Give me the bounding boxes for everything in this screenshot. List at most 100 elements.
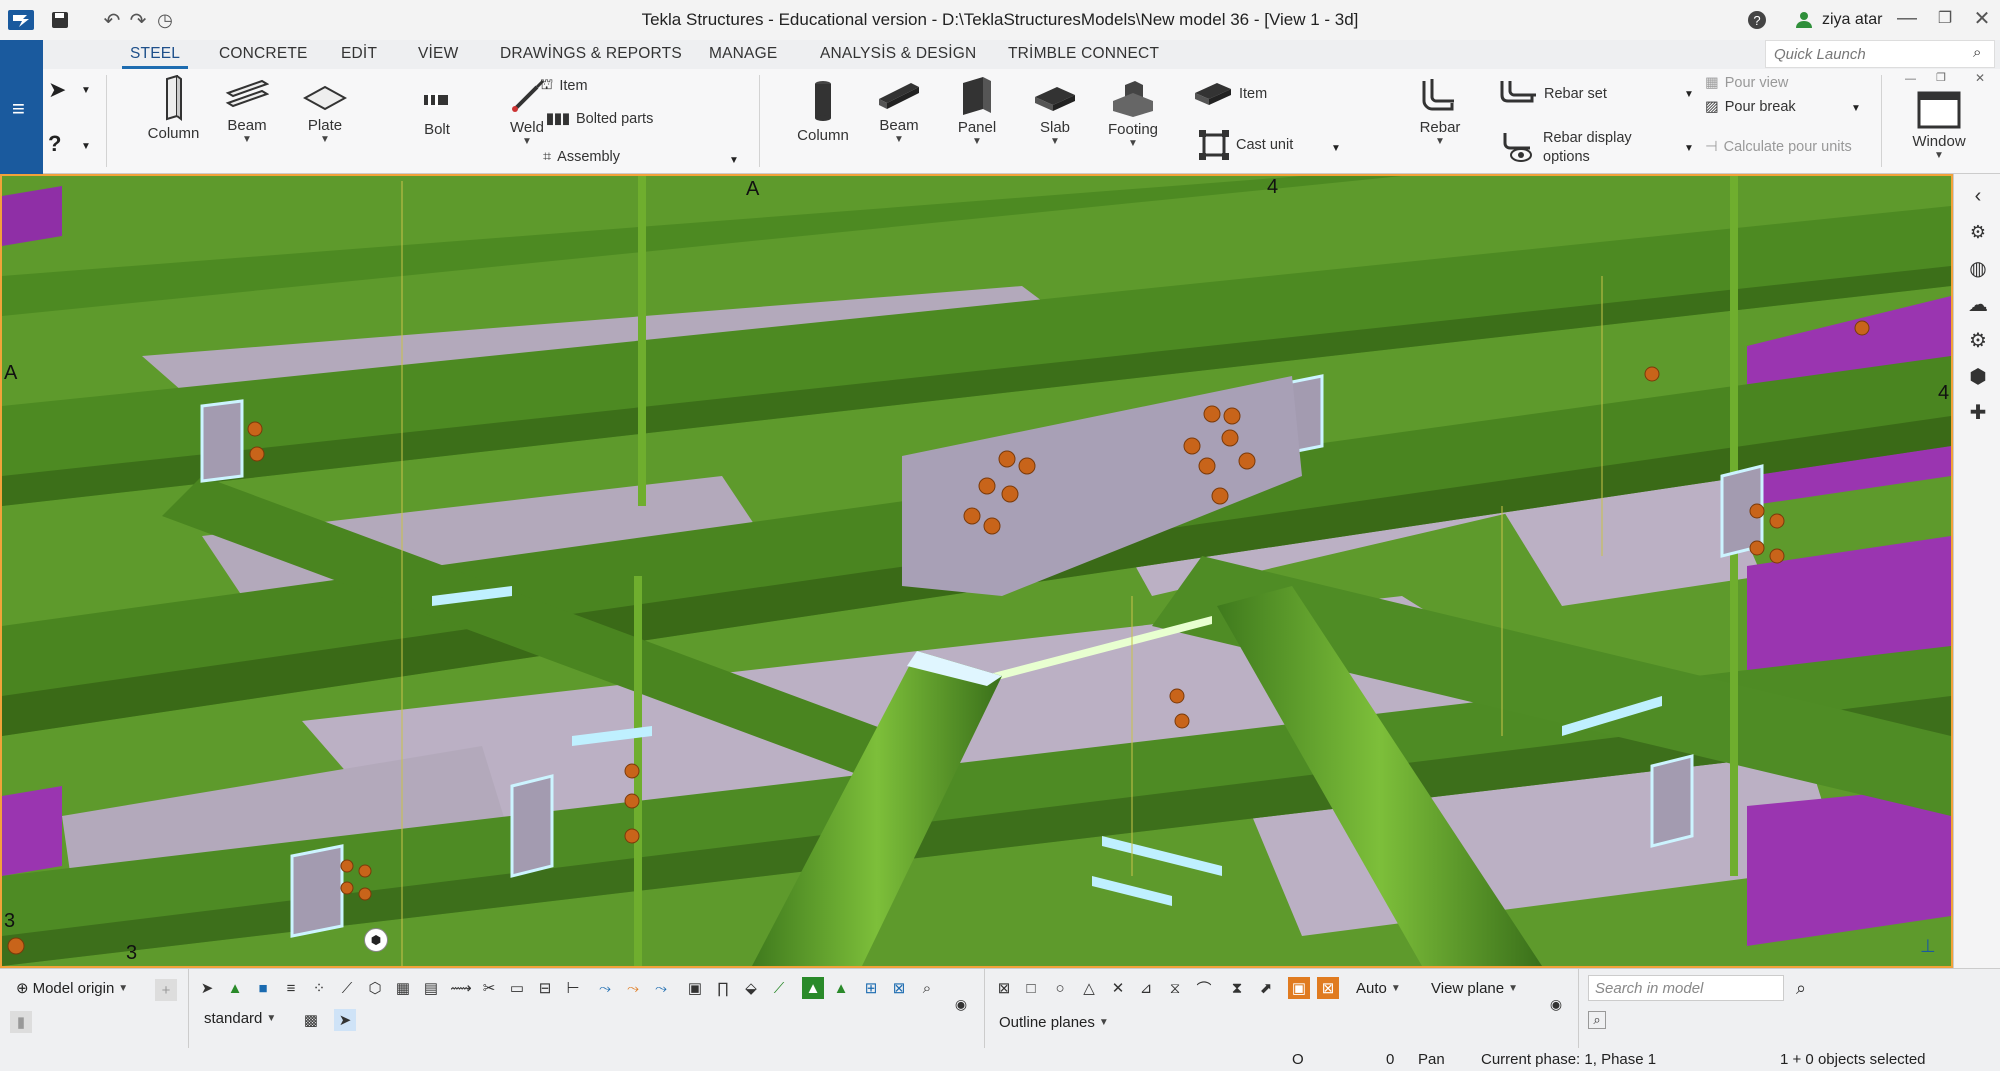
visibility-eye-icon[interactable]: ◉	[950, 993, 972, 1015]
select-rebars-icon[interactable]: ⟿	[450, 977, 472, 999]
shape-x-icon[interactable]: ✕	[1107, 977, 1129, 999]
shape-hourglass2-icon[interactable]: ⧗	[1226, 977, 1248, 999]
select-welds-icon[interactable]: ▦	[392, 977, 414, 999]
ribbon-close-icon[interactable]: ✕	[1975, 71, 1985, 85]
select-surfaces-icon[interactable]: ■	[252, 977, 274, 999]
ribbon-restore-icon[interactable]: ❐	[1936, 71, 1946, 84]
pour-break-button[interactable]: ▨ Pour break	[1705, 99, 1796, 115]
snap-intersect-icon[interactable]: ⤳	[650, 977, 672, 999]
steel-item-button[interactable]: ⛫ Item	[540, 77, 588, 95]
work-plane-dropdown[interactable]: ⊕ Model origin ▼	[10, 975, 146, 1001]
plane-mode-dropdown[interactable]: Auto ▼	[1350, 975, 1410, 1001]
chevron-down-icon[interactable]: ▼	[1684, 89, 1694, 100]
select-parts-icon[interactable]: ▲	[224, 977, 246, 999]
snap-center-icon[interactable]: ▣	[684, 977, 706, 999]
settings-icon[interactable]: ⚙	[1966, 328, 1990, 352]
tab-view[interactable]: VİEW	[418, 45, 458, 63]
ribbon-minimize-icon[interactable]: —	[1905, 73, 1916, 85]
snap-override-icon[interactable]: ⌕	[916, 977, 938, 999]
tab-edit[interactable]: EDİT	[341, 45, 377, 63]
globe-icon[interactable]: ◍	[1966, 256, 1990, 280]
chevron-left-icon[interactable]: ‹	[1966, 184, 1990, 208]
select-bolts-icon[interactable]: ✂	[478, 977, 500, 999]
select-views-icon[interactable]: ▤	[420, 977, 442, 999]
chevron-down-icon[interactable]: ▼	[1684, 143, 1694, 154]
steel-bolt-button[interactable]: Bolt	[403, 85, 471, 138]
rebar-button[interactable]: Rebar ▼	[1395, 75, 1485, 147]
select-pointer-icon[interactable]: ➤	[48, 77, 66, 103]
applications-icon[interactable]: ✚	[1966, 400, 1990, 424]
concrete-beam-button[interactable]: Beam ▼	[865, 79, 933, 145]
snap-nearest-icon[interactable]: ▲	[802, 977, 824, 999]
clip-cross-icon[interactable]: ⊠	[1317, 977, 1339, 999]
add-plane-button[interactable]: +	[155, 979, 177, 1001]
tab-steel[interactable]: STEEL	[122, 45, 189, 69]
shape-triangle-icon[interactable]: △	[1078, 977, 1100, 999]
concrete-item-button[interactable]: Item	[1193, 81, 1267, 107]
select-all-icon[interactable]: ➤	[196, 977, 218, 999]
select-components-icon[interactable]: ⊟	[534, 977, 556, 999]
snap-geometry-icon[interactable]: ⊠	[888, 977, 910, 999]
select-filter-icon[interactable]: ➤	[334, 1009, 356, 1031]
concrete-footing-button[interactable]: Footing ▼	[1099, 79, 1167, 149]
chevron-down-icon[interactable]: ▼	[1851, 103, 1861, 114]
status-phase[interactable]: Current phase: 1, Phase 1	[1481, 1051, 1656, 1068]
select-grid-icon[interactable]: ≡	[280, 977, 302, 999]
select-assemblies-icon[interactable]: ⊢	[562, 977, 584, 999]
snap-free-icon[interactable]: ▲	[830, 977, 852, 999]
tab-drawings-reports[interactable]: DRAWİNGS & REPORTS	[500, 45, 682, 63]
select-drawings-icon[interactable]: ▭	[506, 977, 528, 999]
steel-group-expand-icon[interactable]: ▼	[729, 155, 739, 166]
chevron-down-icon[interactable]: ▼	[1331, 143, 1341, 154]
window-button[interactable]: Window ▼	[1905, 91, 1973, 161]
shape-cross-box-icon[interactable]: ⊠	[993, 977, 1015, 999]
snap-end-icon[interactable]: ⤳	[594, 977, 616, 999]
zoom-search-icon[interactable]: ⌕	[1588, 1011, 1606, 1029]
lock-icon[interactable]: ▮	[10, 1011, 32, 1033]
search-icon[interactable]: ⌕	[1790, 977, 1812, 999]
query-icon[interactable]: ?	[48, 131, 61, 157]
view-plane-dropdown[interactable]: View plane ▼	[1425, 975, 1535, 1001]
concrete-slab-button[interactable]: Slab ▼	[1021, 83, 1089, 147]
concrete-panel-button[interactable]: Panel ▼	[943, 75, 1011, 147]
select-objects-icon[interactable]: ⬡	[364, 977, 386, 999]
rebar-display-options-button[interactable]: Rebar display options	[1501, 129, 1632, 167]
view-rotation-center-icon[interactable]: ⬢	[364, 928, 388, 952]
user-icon[interactable]	[1792, 8, 1816, 32]
cast-unit-button[interactable]: Cast unit	[1198, 129, 1293, 161]
concrete-column-button[interactable]: Column	[783, 79, 863, 144]
cube-icon[interactable]: ⬢	[1966, 364, 1990, 388]
tab-concrete[interactable]: CONCRETE	[219, 45, 308, 63]
clip-plane-icon[interactable]: ▣	[1288, 977, 1310, 999]
steel-beam-button[interactable]: Beam ▼	[213, 79, 281, 145]
checker-filter-icon[interactable]: ▩	[300, 1009, 322, 1031]
calculate-pour-units-button[interactable]: ⊣ Calculate pour units	[1705, 139, 1852, 155]
properties-icon[interactable]: ⚙	[1966, 220, 1990, 244]
snap-ref-lines-icon[interactable]: ⊞	[860, 977, 882, 999]
help-icon[interactable]: ?	[1745, 8, 1769, 32]
rebar-set-button[interactable]: Rebar set	[1498, 79, 1607, 109]
visibility-eye-icon[interactable]: ◉	[1545, 993, 1567, 1015]
shape-circle-icon[interactable]: ○	[1049, 977, 1071, 999]
minimize-icon[interactable]: —	[1895, 6, 1919, 30]
steel-plate-button[interactable]: Plate ▼	[291, 83, 359, 145]
search-in-model-input[interactable]: Search in model	[1588, 975, 1784, 1001]
shape-arrow-icon[interactable]: ⬈	[1255, 977, 1277, 999]
steel-column-button[interactable]: Column	[131, 75, 216, 142]
hamburger-menu-icon[interactable]: ≡	[12, 96, 25, 122]
shape-square-icon[interactable]: □	[1020, 977, 1042, 999]
pour-view-button[interactable]: ▦ Pour view	[1705, 75, 1788, 91]
snap-mid-icon[interactable]: ⤳	[622, 977, 644, 999]
shape-curve-icon[interactable]: ⌒	[1193, 977, 1215, 999]
outline-planes-dropdown[interactable]: Outline planes ▼	[993, 1009, 1127, 1035]
close-icon[interactable]: ✕	[1970, 6, 1994, 30]
shape-hourglass-icon[interactable]: ⧖	[1164, 977, 1186, 999]
tab-analysis-design[interactable]: ANALYSİS & DESİGN	[820, 45, 976, 63]
restore-icon[interactable]: ❐	[1933, 6, 1957, 30]
view-filter-dropdown[interactable]: standard ▼	[198, 1005, 292, 1031]
chevron-down-icon[interactable]: ▼	[81, 141, 91, 152]
model-viewport-3d[interactable]: A 4 A 4 3 3 ⬢ ⊥	[0, 174, 1953, 968]
chevron-down-icon[interactable]: ▼	[81, 85, 91, 96]
cloud-icon[interactable]: ☁	[1966, 292, 1990, 316]
assembly-button[interactable]: ⌗ Assembly	[543, 149, 620, 165]
